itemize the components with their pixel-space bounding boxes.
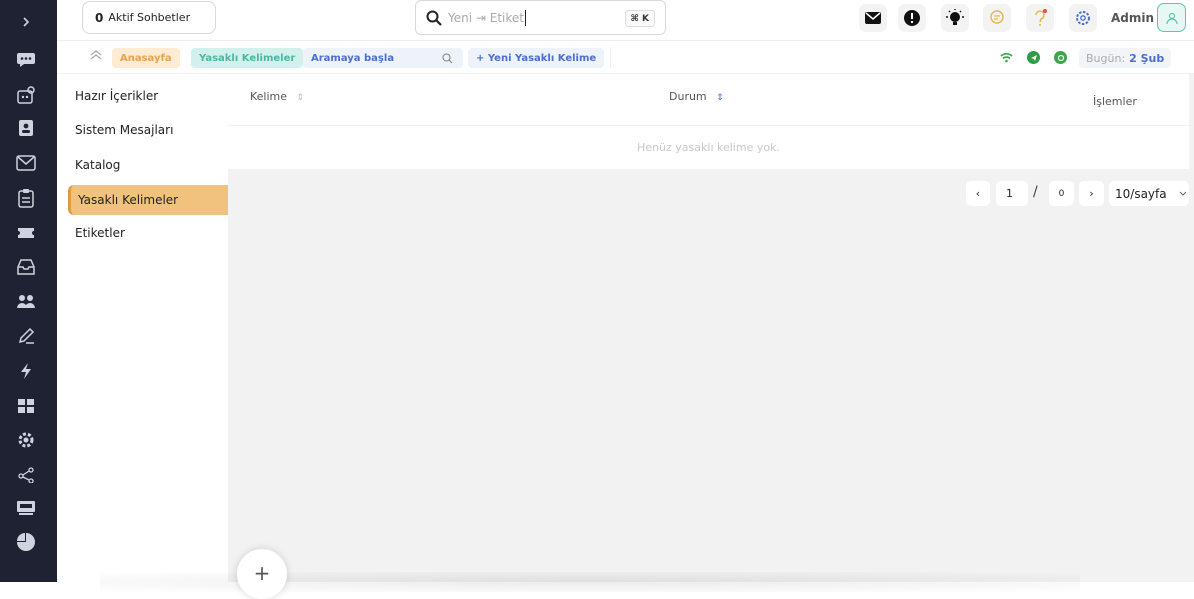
- page-size-value: 10/sayfa: [1115, 186, 1167, 201]
- search-shortcut-badge: ⌘ K: [624, 10, 655, 27]
- next-page-button[interactable]: ›: [1079, 181, 1104, 206]
- page-size-select[interactable]: 10/sayfa: [1109, 181, 1189, 206]
- wifi-status-icon: [1000, 51, 1013, 64]
- bot-icon[interactable]: [14, 84, 38, 106]
- chat-bubble-icon: [990, 10, 1004, 24]
- page-separator: /: [1033, 184, 1038, 200]
- submenu-item-label: Yasaklı Kelimeler: [78, 193, 179, 207]
- user-icon: [1165, 12, 1178, 24]
- divider: [610, 47, 611, 68]
- inbox-icon[interactable]: [14, 256, 38, 278]
- exclamation-icon: [904, 10, 920, 26]
- total-pages: 0: [1049, 181, 1074, 206]
- date-badge: Bugün: 2 Şub: [1079, 48, 1171, 68]
- main-content: Kelime ⇕ Durum ⇕ İşlemler Henüz yasaklı …: [228, 74, 1194, 582]
- date-label: Bugün:: [1086, 51, 1126, 65]
- users-icon[interactable]: [14, 290, 38, 312]
- breadcrumb-search-placeholder: Aramaya başla: [311, 52, 395, 64]
- clipboard-icon[interactable]: [14, 187, 38, 209]
- chevron-down-icon: [1179, 191, 1187, 196]
- lightbulb-icon: [946, 9, 964, 25]
- user-name: Admin: [1111, 11, 1155, 25]
- column-header-status[interactable]: Durum ⇕: [669, 90, 724, 103]
- help-button[interactable]: [1026, 4, 1054, 32]
- prev-page-button[interactable]: ‹: [966, 181, 990, 206]
- active-chats-button[interactable]: 0 Aktif Sohbetler: [82, 1, 216, 34]
- empty-state-text: Henüz yasaklı kelime yok.: [228, 125, 1189, 168]
- banned-words-table: Kelime ⇕ Durum ⇕ İşlemler Henüz yasaklı …: [228, 74, 1189, 169]
- alerts-button[interactable]: [898, 4, 926, 32]
- submenu-item-banned-words[interactable]: Yasaklı Kelimeler: [68, 185, 228, 215]
- column-header-label: Durum: [669, 90, 707, 103]
- submenu-item-label: Katalog: [75, 158, 121, 172]
- search-icon: [426, 10, 442, 26]
- left-rail: [0, 0, 57, 582]
- search-placeholder: Yeni ⇥ Etiket: [448, 10, 524, 25]
- breadcrumb-search-input[interactable]: Aramaya başla: [303, 48, 463, 68]
- column-header-label: Kelime: [250, 90, 288, 103]
- telegram-status-icon: [1027, 51, 1040, 64]
- active-chats-label: Aktif Sohbetler: [108, 11, 191, 24]
- contact-card-icon[interactable]: [14, 117, 38, 139]
- envelope-icon: [865, 12, 881, 24]
- submenu-item-system-messages[interactable]: Sistem Mesajları: [68, 115, 228, 145]
- pen-icon[interactable]: [14, 325, 38, 347]
- avatar[interactable]: [1157, 3, 1186, 32]
- feedback-button[interactable]: [983, 4, 1011, 32]
- column-header-word[interactable]: Kelime ⇕: [250, 90, 304, 103]
- settings-gear-icon[interactable]: [14, 429, 38, 451]
- ticket-icon[interactable]: [14, 222, 38, 244]
- mail-icon[interactable]: [14, 152, 38, 174]
- top-header: 0 Aktif Sohbetler Yeni ⇥ Etiket ⌘ K Admi…: [57, 0, 1194, 41]
- grid-icon[interactable]: [14, 395, 38, 417]
- breadcrumb-home[interactable]: Anasayfa: [112, 48, 180, 68]
- whatsapp-status-icon: [1054, 51, 1067, 64]
- page-number-input[interactable]: 1: [996, 181, 1028, 206]
- submenu-item-catalog[interactable]: Katalog: [68, 150, 228, 180]
- sort-icon[interactable]: ⇕: [716, 93, 724, 103]
- question-icon: [1035, 9, 1047, 26]
- sort-icon[interactable]: ⇕: [297, 93, 305, 103]
- expand-chevron-icon[interactable]: [14, 11, 38, 33]
- collapse-chevron-icon[interactable]: [89, 49, 103, 61]
- global-search-input[interactable]: Yeni ⇥ Etiket ⌘ K: [415, 0, 666, 35]
- date-value: 2 Şub: [1129, 51, 1165, 65]
- theme-toggle-button[interactable]: [941, 4, 969, 32]
- lightning-icon[interactable]: [14, 360, 38, 382]
- submenu-item-ready-content[interactable]: Hazır İçerikler: [68, 81, 228, 111]
- floating-add-button[interactable]: +: [237, 549, 287, 599]
- breadcrumb: Anasayfa Yasaklı Kelimeler Aramaya başla…: [57, 41, 1194, 74]
- active-chats-count: 0: [95, 10, 104, 25]
- submenu-item-label: Hazır İçerikler: [75, 89, 159, 103]
- submenu-item-label: Etiketler: [75, 226, 125, 240]
- new-banned-word-button[interactable]: + Yeni Yasaklı Kelime: [468, 48, 605, 68]
- pie-chart-icon[interactable]: [14, 531, 38, 553]
- monitor-icon[interactable]: [14, 497, 38, 519]
- content-submenu: Hazır İçerikler Sistem Mesajları Katalog…: [57, 74, 228, 582]
- breadcrumb-current[interactable]: Yasaklı Kelimeler: [191, 48, 304, 68]
- submenu-item-tags[interactable]: Etiketler: [68, 218, 228, 248]
- settings-button[interactable]: [1069, 4, 1097, 32]
- gear-icon: [1076, 11, 1090, 25]
- messages-button[interactable]: [859, 4, 887, 32]
- share-icon[interactable]: [14, 464, 38, 486]
- column-header-actions: İşlemler: [1093, 95, 1137, 108]
- submenu-item-label: Sistem Mesajları: [75, 123, 174, 137]
- text-caret: [524, 9, 526, 26]
- chat-icon[interactable]: [14, 49, 38, 71]
- search-icon: [442, 53, 453, 64]
